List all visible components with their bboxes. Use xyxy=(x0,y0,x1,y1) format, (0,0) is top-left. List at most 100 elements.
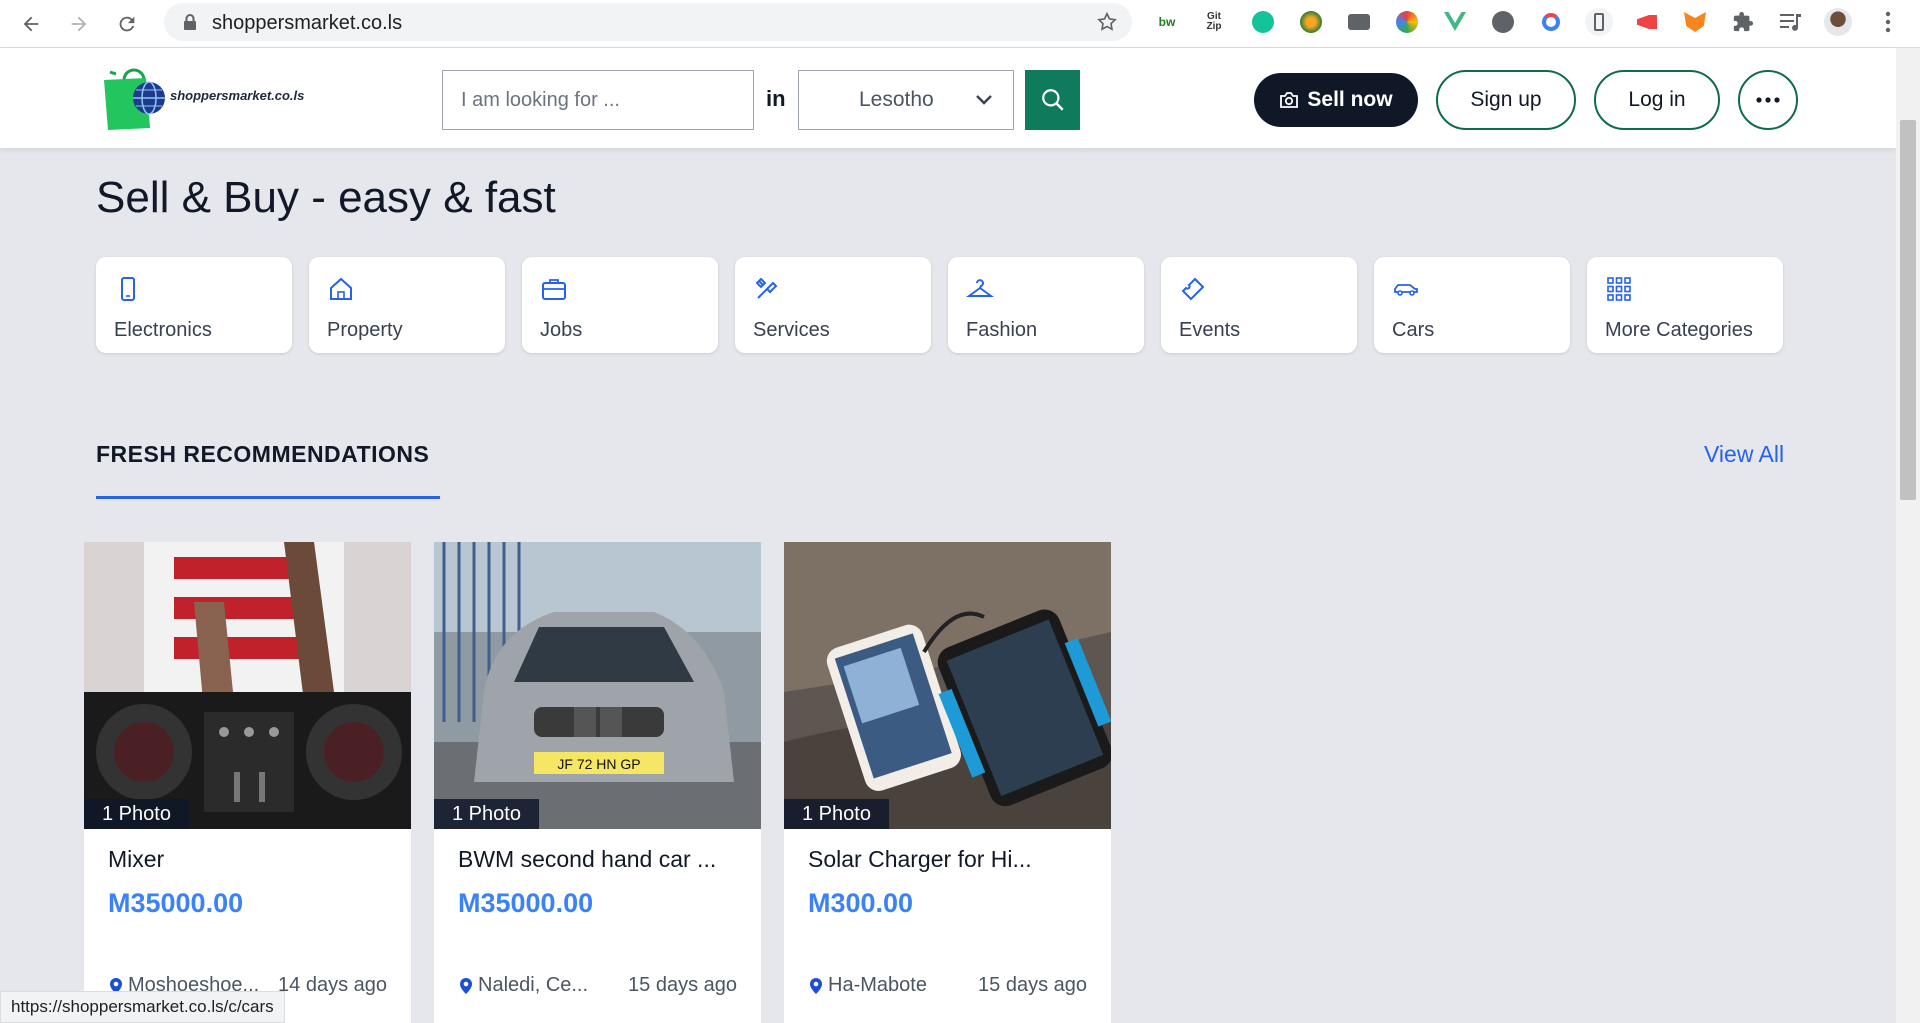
log-in-button[interactable]: Log in xyxy=(1594,70,1720,130)
listing-title[interactable]: Mixer xyxy=(108,846,164,873)
forward-arrow-icon xyxy=(71,16,87,32)
country-value: Lesotho xyxy=(859,88,934,111)
device-extension-icon[interactable] xyxy=(1585,8,1613,36)
photo-count-badge: 1 Photo xyxy=(784,799,889,829)
section-title: FRESH RECOMMENDATIONS xyxy=(96,441,430,467)
lock-icon xyxy=(184,14,196,30)
listing-title[interactable]: BWM second hand car ... xyxy=(458,846,716,873)
category-property[interactable]: Property xyxy=(309,257,505,353)
bookmark-star-icon[interactable] xyxy=(1096,11,1118,33)
category-cars[interactable]: Cars xyxy=(1374,257,1570,353)
category-fashion[interactable]: Fashion xyxy=(948,257,1144,353)
search-button[interactable] xyxy=(1025,70,1080,130)
arrow-extension-icon[interactable] xyxy=(1489,8,1517,36)
category-label: Cars xyxy=(1392,319,1435,341)
house-icon xyxy=(330,277,352,300)
sign-up-label: Sign up xyxy=(1470,88,1542,111)
page-scrollbar[interactable] xyxy=(1896,48,1920,1023)
section-underline xyxy=(96,496,440,499)
metamask-fox-icon[interactable] xyxy=(1681,8,1709,36)
scrollbar-thumb[interactable] xyxy=(1900,120,1916,500)
sell-now-button[interactable]: Sell now xyxy=(1254,73,1418,127)
search-input[interactable] xyxy=(443,71,753,129)
sign-up-button[interactable]: Sign up xyxy=(1436,70,1576,130)
photo-count-badge: 1 Photo xyxy=(434,799,539,829)
location-pin-icon xyxy=(460,977,472,994)
svg-text:JF 72 HN GP: JF 72 HN GP xyxy=(557,756,640,772)
category-more[interactable]: More Categories xyxy=(1587,257,1783,353)
view-all-link[interactable]: View All xyxy=(1704,441,1784,468)
browser-menu-icon[interactable] xyxy=(1874,8,1902,36)
listing-price: M35000.00 xyxy=(108,888,244,918)
status-bar-url: https://shoppersmarket.co.ls/c/cars xyxy=(0,991,285,1023)
listing-card[interactable]: JF 72 HN GP 1 Photo BWM second hand car … xyxy=(434,542,761,1023)
forward-button[interactable] xyxy=(64,9,94,39)
category-label: Services xyxy=(753,319,830,341)
camera-icon xyxy=(1280,92,1299,108)
category-events[interactable]: Events xyxy=(1161,257,1357,353)
car-icon xyxy=(1394,284,1418,296)
listing-age: 15 days ago xyxy=(978,974,1087,996)
color-extension-icon[interactable] xyxy=(1393,8,1421,36)
grid-icon xyxy=(1607,277,1631,301)
shopping-bag-globe-icon xyxy=(104,68,165,130)
extensions-puzzle-icon[interactable] xyxy=(1729,8,1757,36)
listing-price: M35000.00 xyxy=(458,888,594,918)
globe-extension-icon[interactable] xyxy=(1297,8,1325,36)
ticket-icon xyxy=(1181,277,1205,301)
site-logo[interactable]: shoppersmarket.co.ls xyxy=(102,66,305,132)
location-text: Ha-Mabote xyxy=(828,974,927,996)
category-label: Jobs xyxy=(540,319,583,341)
site-header: shoppersmarket.co.ls in Lesotho Sell now… xyxy=(0,48,1896,148)
profile-avatar[interactable] xyxy=(1824,8,1852,36)
back-button[interactable] xyxy=(16,9,46,39)
category-label: Fashion xyxy=(966,319,1038,341)
browser-toolbar: shoppersmarket.co.ls bw Git Zip xyxy=(0,0,1920,48)
hanger-icon xyxy=(966,279,994,297)
country-select[interactable]: Lesotho xyxy=(798,70,1014,130)
grammarly-icon[interactable] xyxy=(1249,8,1277,36)
tools-icon xyxy=(755,277,778,299)
listing-image[interactable] xyxy=(784,542,1111,829)
gitzip-extension-icon[interactable]: Git Zip xyxy=(1200,8,1228,36)
listing-card[interactable]: 1 Photo Mixer M35000.00 Moshoeshoe... 14… xyxy=(84,542,411,1023)
category-label: Electronics xyxy=(114,319,212,341)
reading-list-icon[interactable] xyxy=(1777,8,1805,36)
search-field[interactable] xyxy=(442,70,754,130)
bw-extension-icon[interactable]: bw xyxy=(1153,8,1181,36)
listing-image[interactable]: JF 72 HN GP xyxy=(434,542,761,829)
search-icon xyxy=(1041,89,1064,111)
category-label: Property xyxy=(327,319,403,341)
sell-now-label: Sell now xyxy=(1307,88,1393,111)
back-arrow-icon xyxy=(23,16,39,32)
briefcase-icon xyxy=(542,279,566,300)
photo-count-badge: 1 Photo xyxy=(84,799,189,829)
listing-image[interactable] xyxy=(84,542,411,829)
listing-title[interactable]: Solar Charger for Hi... xyxy=(808,846,1032,873)
address-url: shoppersmarket.co.ls xyxy=(212,12,403,34)
log-in-label: Log in xyxy=(1628,88,1686,111)
category-electronics[interactable]: Electronics xyxy=(96,257,292,353)
logo-text: shoppersmarket.co.ls xyxy=(170,88,305,103)
listing-location: Ha-Mabote xyxy=(808,974,927,997)
category-jobs[interactable]: Jobs xyxy=(522,257,718,353)
listing-age: 14 days ago xyxy=(278,974,387,996)
category-label: More Categories xyxy=(1605,319,1753,341)
listing-age: 15 days ago xyxy=(628,974,737,996)
listing-price: M300.00 xyxy=(808,888,914,918)
vue-devtools-icon[interactable] xyxy=(1441,8,1469,36)
more-options-button[interactable] xyxy=(1738,70,1798,130)
magnet-extension-icon[interactable] xyxy=(1537,8,1565,36)
hero-title: Sell & Buy - easy & fast xyxy=(96,173,556,222)
listing-card[interactable]: 1 Photo Solar Charger for Hi... M300.00 … xyxy=(784,542,1111,1023)
listing-location: Naledi, Ce... xyxy=(458,974,588,997)
media-extension-icon[interactable] xyxy=(1345,8,1373,36)
category-services[interactable]: Services xyxy=(735,257,931,353)
more-dots-icon xyxy=(1756,97,1780,103)
megaphone-extension-icon[interactable] xyxy=(1633,8,1661,36)
address-bar[interactable]: shoppersmarket.co.ls xyxy=(164,3,1132,41)
phone-icon xyxy=(121,277,135,301)
location-text: Naledi, Ce... xyxy=(478,974,589,996)
reload-button[interactable] xyxy=(112,9,142,39)
category-label: Events xyxy=(1179,319,1241,341)
